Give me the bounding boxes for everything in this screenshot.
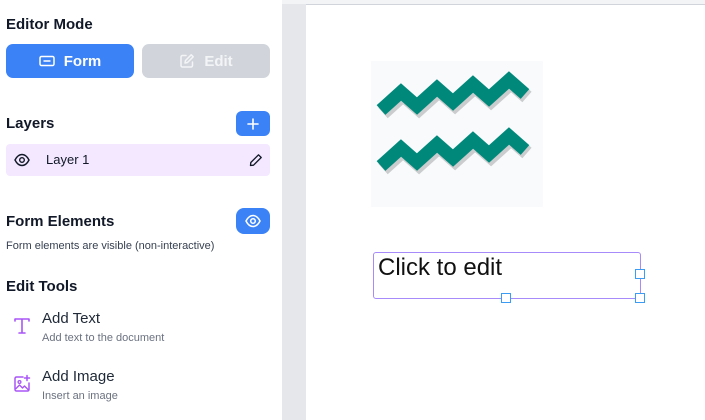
editor-mode-title: Editor Mode <box>6 16 93 33</box>
add-layer-button[interactable] <box>236 111 270 136</box>
resize-handle-bottom[interactable] <box>501 293 511 303</box>
form-elements-hint: Form elements are visible (non-interacti… <box>6 240 215 252</box>
form-mode-label: Form <box>63 52 102 70</box>
visibility-eye-icon[interactable] <box>14 153 30 172</box>
form-mode-button[interactable]: Form <box>6 44 134 78</box>
add-image-title: Add Image <box>42 368 115 385</box>
add-text-tool[interactable]: Add Text Add text to the document <box>6 310 270 354</box>
resize-handle-bottom-right[interactable] <box>635 293 645 303</box>
add-image-description: Insert an image <box>42 390 118 402</box>
image-element[interactable] <box>371 61 543 207</box>
keyboard-icon <box>39 55 55 67</box>
layers-title: Layers <box>6 115 55 132</box>
add-text-title: Add Text <box>42 310 101 327</box>
layer-item[interactable]: Layer 1 <box>6 144 270 176</box>
text-type-icon <box>12 316 32 341</box>
plus-icon <box>247 117 259 130</box>
edit-square-icon <box>180 54 195 68</box>
edit-mode-button[interactable]: Edit <box>142 44 270 78</box>
sidebar: Editor Mode Form Edit Layers Layer 1 For… <box>0 0 282 420</box>
aquarius-zodiac-icon <box>376 71 532 175</box>
layer-label: Layer 1 <box>46 152 90 167</box>
resize-handle-right[interactable] <box>635 269 645 279</box>
text-box-element[interactable]: Click to edit <box>373 252 641 299</box>
edit-tools-title: Edit Tools <box>6 278 78 295</box>
pencil-icon[interactable] <box>249 153 263 172</box>
text-box-content[interactable]: Click to edit <box>378 254 502 282</box>
form-elements-title: Form Elements <box>6 213 115 230</box>
edit-mode-label: Edit <box>204 52 233 70</box>
eye-icon <box>245 214 261 228</box>
form-elements-visibility-toggle[interactable] <box>236 208 270 234</box>
canvas-gutter <box>282 0 306 420</box>
add-text-description: Add text to the document <box>42 332 165 344</box>
image-plus-icon <box>12 374 32 399</box>
add-image-tool[interactable]: Add Image Insert an image <box>6 368 270 412</box>
